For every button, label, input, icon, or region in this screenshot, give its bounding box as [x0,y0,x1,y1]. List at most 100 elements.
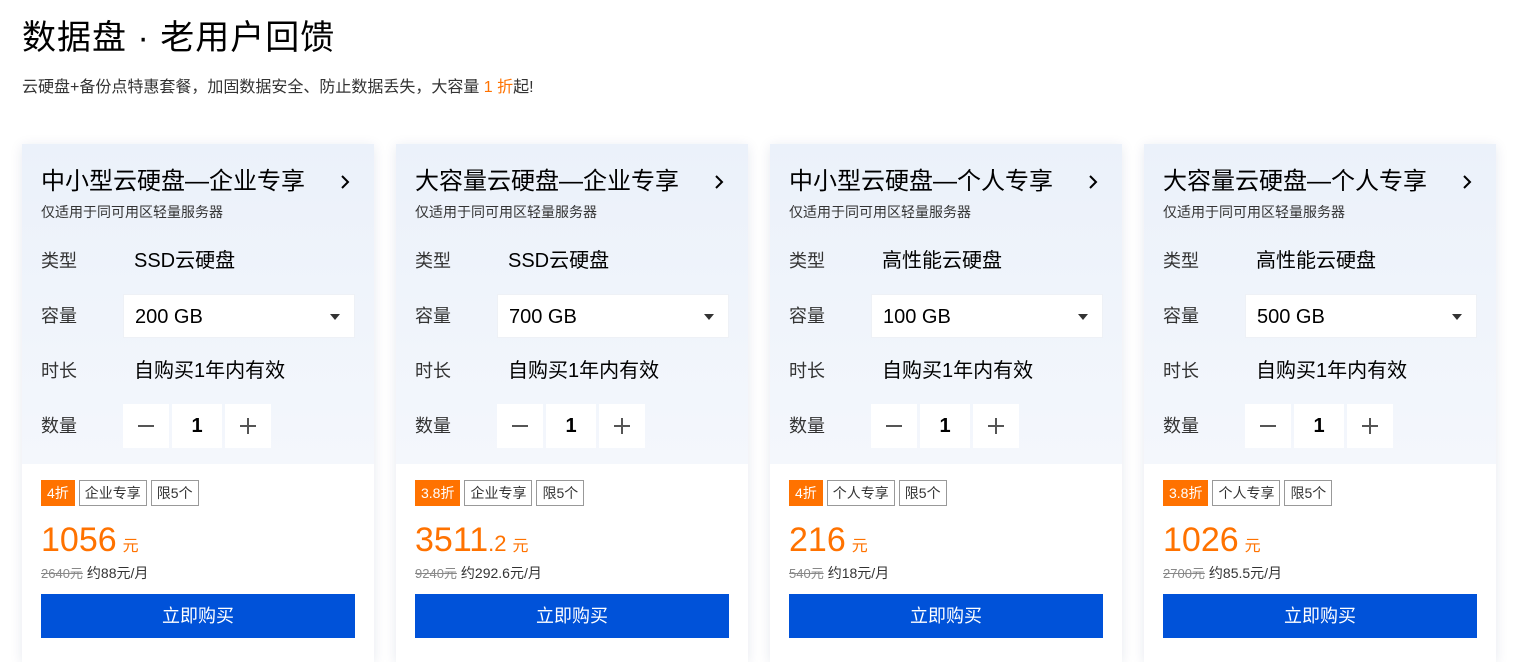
tag-list: 4折 企业专享 限5个 [41,480,199,506]
audience-tag: 企业专享 [464,480,533,506]
price-integer: 1026 [1163,521,1239,559]
plus-icon[interactable] [225,404,271,448]
minus-icon[interactable] [1245,404,1291,448]
caret-down-icon [1078,314,1088,320]
caret-down-icon [1452,314,1462,320]
minus-icon[interactable] [871,404,917,448]
buy-button[interactable]: 立即购买 [789,594,1103,638]
quantity-label: 数量 [41,416,77,436]
price-sub: 2640元 约88元/月 [41,564,148,583]
card-title[interactable]: 中小型云硬盘—企业专享 [41,166,305,198]
capacity-value: 500 GB [1257,306,1325,328]
subtitle-text: 云硬盘+备份点特惠套餐，加固数据安全、防止数据丢失，大容量 [22,79,484,96]
monthly-price: 约292.6元/月 [460,565,542,581]
caret-down-icon [330,314,340,320]
audience-tag: 企业专享 [78,480,147,506]
subtitle-highlight: 1 折 [483,79,514,96]
duration-value: 自购买1年内有效 [882,360,1034,382]
card-title[interactable]: 大容量云硬盘—个人专享 [1163,166,1427,198]
monthly-price: 约85.5元/月 [1208,565,1283,581]
duration-label: 时长 [1163,361,1199,381]
quantity-input[interactable]: 1 [172,404,222,448]
chevron-right-icon[interactable] [711,172,729,192]
minus-icon[interactable] [497,404,543,448]
chevron-right-icon[interactable] [1459,172,1477,192]
monthly-price: 约88元/月 [86,565,149,581]
type-value: SSD云硬盘 [134,250,236,272]
price: 216 元 [789,520,868,560]
type-label: 类型 [41,251,77,271]
type-value: 高性能云硬盘 [882,250,1002,272]
chevron-right-icon[interactable] [1085,172,1103,192]
capacity-label: 容量 [415,306,451,326]
duration-value: 自购买1年内有效 [1256,360,1408,382]
plus-icon[interactable] [973,404,1019,448]
quantity-label: 数量 [789,416,825,436]
discount-badge: 4折 [41,480,75,506]
price-integer: 1056 [41,521,117,559]
card-desc: 仅适用于同可用区轻量服务器 [41,204,223,220]
price-integer: 3511 [415,521,489,559]
price-unit: 元 [512,538,529,555]
original-price: 2700元 [1163,566,1205,581]
capacity-select[interactable]: 500 GB [1245,294,1477,338]
monthly-price: 约18元/月 [827,565,890,581]
type-label: 类型 [789,251,825,271]
buy-button[interactable]: 立即购买 [1163,594,1477,638]
type-value: 高性能云硬盘 [1256,250,1376,272]
buy-button[interactable]: 立即购买 [415,594,729,638]
price: 3511.2 元 [415,520,529,560]
duration-label: 时长 [41,361,77,381]
audience-tag: 个人专享 [1212,480,1281,506]
minus-icon[interactable] [123,404,169,448]
quantity-stepper: 1 [871,404,1019,448]
card-desc: 仅适用于同可用区轻量服务器 [1163,204,1345,220]
discount-badge: 3.8折 [1163,480,1209,506]
tag-list: 3.8折 个人专享 限5个 [1163,480,1333,506]
quantity-label: 数量 [1163,416,1199,436]
quantity-stepper: 1 [1245,404,1393,448]
capacity-select[interactable]: 700 GB [497,294,729,338]
duration-label: 时长 [415,361,451,381]
price-sub: 2700元 约85.5元/月 [1163,564,1282,583]
price: 1056 元 [41,520,139,560]
card-title[interactable]: 大容量云硬盘—企业专享 [415,166,679,198]
caret-down-icon [704,314,714,320]
original-price: 2640元 [41,566,83,581]
card-title[interactable]: 中小型云硬盘—个人专享 [789,166,1053,198]
capacity-label: 容量 [789,306,825,326]
capacity-select[interactable]: 100 GB [871,294,1103,338]
original-price: 540元 [789,566,824,581]
limit-tag: 限5个 [150,480,199,506]
quantity-stepper: 1 [497,404,645,448]
limit-tag: 限5个 [1284,480,1333,506]
capacity-label: 容量 [1163,306,1199,326]
page-title: 数据盘 · 老用户回馈 [22,19,336,57]
card-desc: 仅适用于同可用区轻量服务器 [789,204,971,220]
quantity-input[interactable]: 1 [1294,404,1344,448]
plus-icon[interactable] [1347,404,1393,448]
chevron-right-icon[interactable] [337,172,355,192]
product-card: 大容量云硬盘—企业专享 仅适用于同可用区轻量服务器 类型 SSD云硬盘 容量 7… [396,144,748,662]
price-unit: 元 [851,538,868,555]
capacity-value: 100 GB [883,306,951,328]
audience-tag: 个人专享 [826,480,895,506]
price-integer: 216 [789,521,846,559]
type-value: SSD云硬盘 [508,250,610,272]
duration-value: 自购买1年内有效 [508,360,660,382]
quantity-input[interactable]: 1 [546,404,596,448]
product-card: 中小型云硬盘—个人专享 仅适用于同可用区轻量服务器 类型 高性能云硬盘 容量 1… [770,144,1122,662]
price-unit: 元 [1244,538,1261,555]
type-label: 类型 [415,251,451,271]
tag-list: 4折 个人专享 限5个 [789,480,947,506]
quantity-input[interactable]: 1 [920,404,970,448]
product-card: 中小型云硬盘—企业专享 仅适用于同可用区轻量服务器 类型 SSD云硬盘 容量 2… [22,144,374,662]
capacity-value: 700 GB [509,306,577,328]
product-cards: 中小型云硬盘—企业专享 仅适用于同可用区轻量服务器 类型 SSD云硬盘 容量 2… [22,144,1496,662]
buy-button[interactable]: 立即购买 [41,594,355,638]
plus-icon[interactable] [599,404,645,448]
capacity-select[interactable]: 200 GB [123,294,355,338]
page-subtitle: 云硬盘+备份点特惠套餐，加固数据安全、防止数据丢失，大容量 1 折起! [22,77,534,99]
capacity-value: 200 GB [135,306,203,328]
price: 1026 元 [1163,520,1261,560]
